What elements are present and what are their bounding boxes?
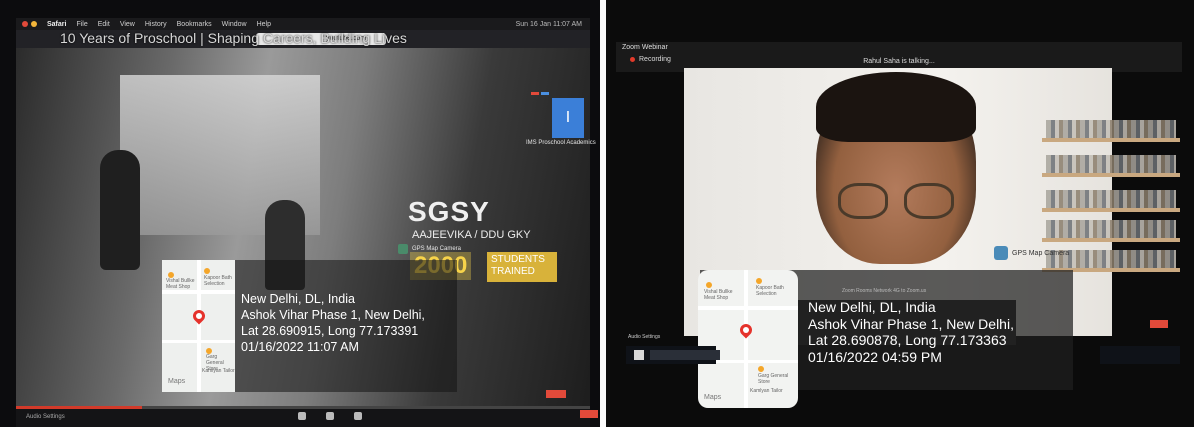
- windows-taskbar: [1100, 346, 1180, 364]
- gps-camera-icon: [994, 246, 1008, 260]
- map-label: Kamlyan Tailor: [750, 388, 783, 394]
- menu-bookmarks[interactable]: Bookmarks: [177, 21, 212, 28]
- decor-dashes: [531, 82, 551, 95]
- gps-watermark-text: GPS Map Camera: [1012, 249, 1070, 257]
- mac-menubar: Safari File Edit View History Bookmarks …: [16, 18, 590, 30]
- map-label: Vishal Bullke Meat Shop: [704, 289, 733, 301]
- maps-logo: Maps: [168, 378, 186, 385]
- chat-icon[interactable]: [298, 412, 306, 420]
- poi-dot: [706, 282, 712, 288]
- geotag-datetime: 01/16/2022 04:59 PM: [808, 348, 942, 365]
- map-label: Vishal Bullke Meat Shop: [166, 278, 195, 290]
- menu-window[interactable]: Window: [222, 21, 247, 28]
- channel-logo[interactable]: I: [552, 98, 584, 138]
- meeting-controls: Audio Settings: [16, 409, 590, 427]
- stat-label: STUDENTS TRAINED: [487, 252, 557, 282]
- active-speaker: Rahul Saha is talking...: [863, 58, 935, 65]
- poi-dot: [756, 278, 762, 284]
- menu-file[interactable]: File: [76, 21, 87, 28]
- menu-history[interactable]: History: [145, 21, 167, 28]
- map-label: Kamlyan Tailor: [202, 368, 235, 374]
- zoom-app-title: Zoom Webinar: [622, 44, 668, 51]
- geotag-coordinates: Lat 28.690878, Long 77.173363: [808, 332, 1007, 348]
- maps-logo: Maps: [704, 394, 722, 401]
- qa-icon[interactable]: [354, 412, 362, 420]
- subheadline: AAJEEVIKA / DDU GKY: [412, 229, 531, 241]
- geotag-city: New Delhi, DL, India: [241, 292, 355, 306]
- leave-button[interactable]: [1150, 320, 1168, 328]
- poi-dot: [204, 268, 210, 274]
- windows-start-icon[interactable]: [634, 350, 644, 360]
- geotag-coordinates: Lat 28.690915, Long 77.173391: [241, 324, 419, 338]
- app-name: Safari: [47, 20, 67, 28]
- poi-dot: [758, 366, 764, 372]
- notification-text: Zoom Rooms Network 4G to Zoom.us: [842, 288, 927, 294]
- location-pin-icon: [737, 321, 755, 339]
- location-pin-icon: [190, 307, 208, 325]
- gps-watermark-right: GPS Map Camera: [994, 246, 1069, 260]
- map-label: Garg General Store: [758, 373, 789, 385]
- live-badge: [546, 390, 566, 398]
- traffic-lights[interactable]: [22, 21, 37, 27]
- raise-hand-icon[interactable]: [326, 412, 334, 420]
- menu-help[interactable]: Help: [257, 21, 271, 28]
- map-label: Kapoor Bath Selection: [756, 285, 784, 297]
- menu-view[interactable]: View: [120, 21, 135, 28]
- geotag-city: New Delhi, DL, India: [808, 299, 936, 315]
- geotag-text-left: New Delhi, DL, India Ashok Vihar Phase 1…: [241, 291, 425, 355]
- map-thumbnail-left: Vishal Bullke Meat Shop Kapoor Bath Sele…: [162, 260, 235, 392]
- audio-settings[interactable]: Audio Settings: [26, 414, 65, 420]
- gps-camera-icon: [398, 244, 408, 254]
- geotag-address: Ashok Vihar Phase 1, New Delhi,: [808, 315, 1014, 332]
- audio-settings[interactable]: Audio Settings: [628, 334, 660, 340]
- geotag-datetime: 01/16/2022 11:07 AM: [241, 340, 359, 354]
- mannequin: [100, 150, 140, 270]
- menu-edit[interactable]: Edit: [98, 21, 110, 28]
- speaker-hair: [816, 72, 976, 142]
- glasses: [838, 183, 958, 223]
- geotag-address: Ashok Vihar Phase 1, New Delhi,: [241, 308, 425, 322]
- video-title[interactable]: 10 Years of Proschool | Shaping Careers,…: [60, 30, 407, 46]
- map-thumbnail-right: Vishal Bullke Meat Shop Kapoor Bath Sele…: [698, 270, 798, 408]
- leave-button[interactable]: [580, 410, 598, 418]
- menubar-clock: Sun 16 Jan 11:07 AM: [515, 20, 582, 28]
- geotag-text-right: New Delhi, DL, India Ashok Vihar Phase 1…: [808, 299, 1014, 365]
- map-label: Kapoor Bath Selection: [204, 275, 232, 287]
- channel-name: IMS Proschool Academics: [526, 140, 596, 146]
- taskbar-search[interactable]: [650, 350, 720, 360]
- headline: SGSY: [408, 196, 490, 227]
- bookshelf: [1042, 138, 1180, 142]
- windows-taskbar-left: [626, 346, 720, 364]
